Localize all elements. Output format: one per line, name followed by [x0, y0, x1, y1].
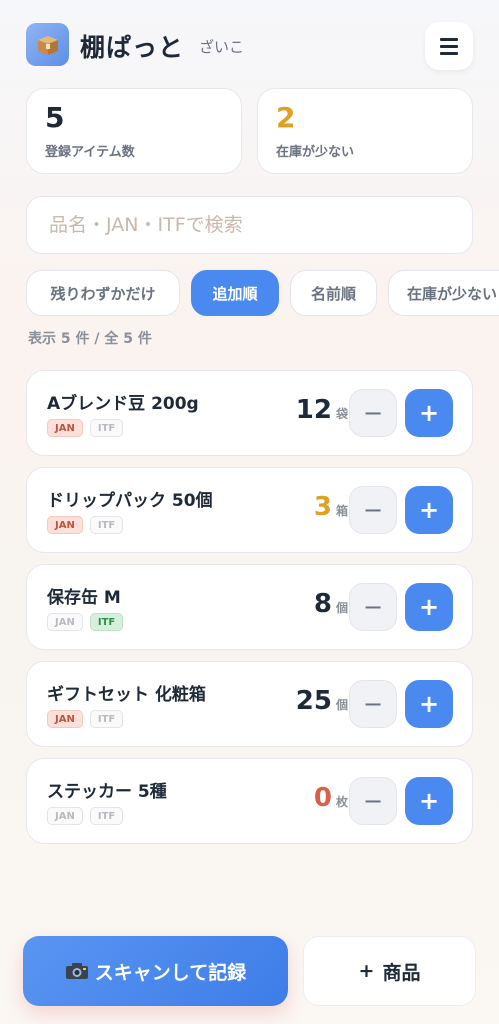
decrement-button[interactable]: −	[349, 583, 397, 631]
app-header: 棚ぱっと ざいこ	[26, 22, 473, 70]
item-card[interactable]: 保存缶 M JAN ITF 8 個 − +	[26, 564, 473, 650]
jan-badge: JAN	[47, 613, 83, 631]
item-tags: JAN ITF	[47, 710, 124, 728]
item-card[interactable]: ギフトセット 化粧箱 JAN ITF 25 個 − +	[26, 661, 473, 747]
item-tags: JAN ITF	[47, 516, 124, 534]
jan-badge: JAN	[47, 807, 83, 825]
filter-low-only[interactable]: 残りわずかだけ	[26, 270, 180, 316]
stat-total-value: 5	[45, 101, 65, 134]
sort-added[interactable]: 追加順	[191, 270, 279, 316]
hamburger-icon	[440, 37, 458, 41]
increment-button[interactable]: +	[405, 680, 453, 728]
decrement-button[interactable]: −	[349, 389, 397, 437]
itf-badge: ITF	[89, 710, 124, 728]
decrement-button[interactable]: −	[349, 777, 397, 825]
quantity-value: 25	[295, 686, 332, 716]
stat-low-label: 在庫が少ない	[276, 145, 355, 160]
item-name: ギフトセット 化粧箱	[47, 685, 206, 705]
item-name: Aブレンド豆 200g	[47, 394, 199, 414]
quantity-value: 3	[313, 492, 332, 522]
itf-badge: ITF	[89, 419, 124, 437]
increment-button[interactable]: +	[405, 486, 453, 534]
item-quantity: 12 袋	[296, 395, 348, 425]
item-quantity: 8 個	[314, 589, 348, 619]
item-name: 保存缶 M	[47, 588, 121, 608]
stat-card-total: 5 登録アイテム数	[26, 88, 242, 174]
item-card[interactable]: Aブレンド豆 200g JAN ITF 12 袋 − +	[26, 370, 473, 456]
box-icon	[37, 35, 58, 55]
jan-badge: JAN	[47, 419, 83, 437]
jan-badge: JAN	[47, 710, 83, 728]
item-quantity: 25 個	[296, 686, 348, 716]
result-count: 表示 5 件 / 全 5 件	[28, 331, 152, 347]
quantity-unit: 枚	[335, 795, 348, 809]
quantity-unit: 箱	[335, 504, 348, 518]
menu-button[interactable]	[425, 22, 473, 70]
quantity-unit: 個	[335, 601, 348, 615]
item-tags: JAN ITF	[47, 419, 124, 437]
decrement-button[interactable]: −	[349, 680, 397, 728]
item-tags: JAN ITF	[47, 807, 124, 825]
quantity-unit: 個	[335, 698, 348, 712]
itf-badge: ITF	[89, 516, 124, 534]
item-name: ドリップパック 50個	[47, 491, 213, 511]
stat-card-low-stock[interactable]: 2 在庫が少ない	[257, 88, 473, 174]
add-product-button[interactable]: + 商品	[303, 936, 476, 1006]
quantity-value: 12	[295, 395, 332, 425]
increment-button[interactable]: +	[405, 583, 453, 631]
app-title: 棚ぱっと	[80, 33, 185, 62]
quantity-unit: 袋	[335, 407, 348, 421]
item-name: ステッカー 5種	[47, 782, 167, 802]
stat-low-value: 2	[276, 101, 296, 134]
add-product-label: 商品	[382, 961, 421, 984]
decrement-button[interactable]: −	[349, 486, 397, 534]
itf-badge: ITF	[89, 613, 124, 631]
item-card[interactable]: ドリップパック 50個 JAN ITF 3 箱 − +	[26, 467, 473, 553]
itf-badge: ITF	[89, 807, 124, 825]
search-box	[26, 196, 473, 254]
app-logo	[26, 23, 69, 66]
camera-icon	[65, 963, 88, 979]
increment-button[interactable]: +	[405, 389, 453, 437]
scan-record-button[interactable]: スキャンして記録	[23, 936, 288, 1006]
stat-total-label: 登録アイテム数	[45, 145, 135, 160]
quantity-value: 8	[313, 589, 332, 619]
app-subtitle: ざいこ	[199, 38, 245, 56]
search-input[interactable]	[27, 197, 472, 253]
jan-badge: JAN	[47, 516, 83, 534]
item-quantity: 3 箱	[314, 492, 348, 522]
item-quantity: 0 枚	[314, 783, 348, 813]
item-tags: JAN ITF	[47, 613, 124, 631]
item-card[interactable]: ステッカー 5種 JAN ITF 0 枚 − +	[26, 758, 473, 844]
sort-low-stock[interactable]: 在庫が少ない	[388, 270, 499, 316]
quantity-value: 0	[313, 783, 332, 813]
sort-name[interactable]: 名前順	[290, 270, 377, 316]
plus-icon: +	[358, 960, 375, 982]
increment-button[interactable]: +	[405, 777, 453, 825]
scan-record-label: スキャンして記録	[94, 961, 247, 984]
